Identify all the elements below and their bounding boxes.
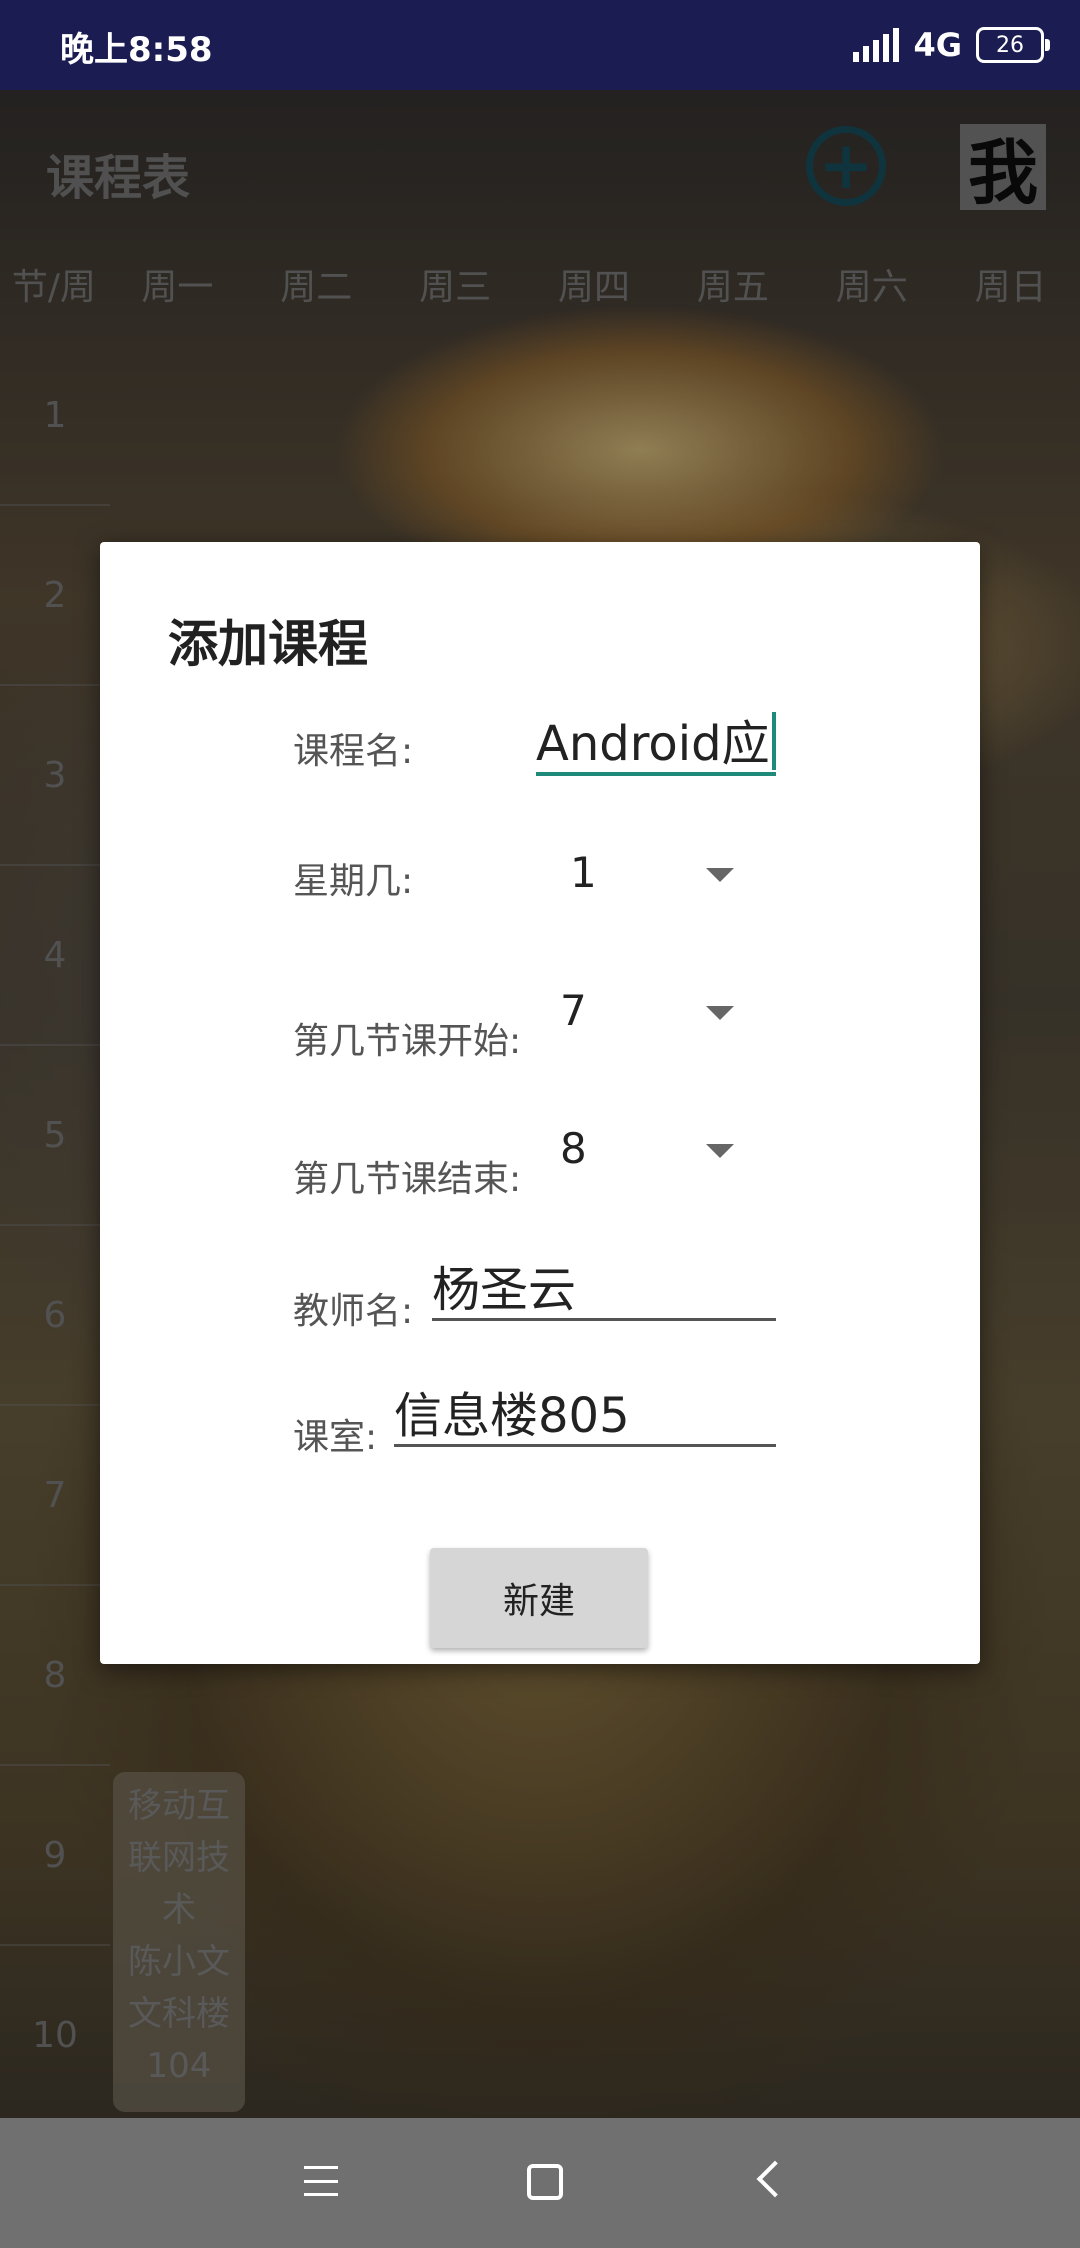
weekday-label: 星期几: (293, 861, 414, 902)
start-period-value: 7 (560, 986, 587, 1035)
weekday-value: 1 (570, 848, 597, 897)
menu-icon[interactable] (304, 2166, 338, 2196)
teacher-input[interactable]: 杨圣云 (432, 1250, 576, 1320)
start-period-label: 第几节课开始: (293, 1021, 522, 1062)
classroom-input[interactable]: 信息楼805 (394, 1376, 630, 1446)
dropdown-arrow-icon (706, 1144, 734, 1158)
network-type: 4G (913, 26, 962, 64)
classroom-label: 课室: (293, 1417, 378, 1458)
status-icons: 4G 26 (853, 22, 1050, 68)
end-period-value: 8 (560, 1124, 587, 1173)
end-period-label: 第几节课结束: (293, 1159, 522, 1200)
navigation-bar (0, 2118, 1080, 2248)
teacher-underline (432, 1318, 776, 1321)
status-bar: 晚上8:58 4G 26 (0, 0, 1080, 90)
course-name-input[interactable]: Android应 (536, 704, 776, 774)
dropdown-arrow-icon (706, 868, 734, 882)
course-name-underline (536, 772, 776, 776)
battery-level: 26 (996, 32, 1024, 58)
dropdown-arrow-icon (706, 1006, 734, 1020)
status-time: 晚上8:58 (60, 30, 213, 70)
battery-icon: 26 (976, 27, 1050, 63)
dialog-title: 添加课程 (168, 615, 368, 673)
course-name-value: Android应 (536, 716, 770, 772)
signal-icon (853, 28, 900, 62)
add-course-dialog: 添加课程 课程名: Android应 星期几: 1 第几节课开始: 7 第几节课… (100, 542, 980, 1664)
teacher-label: 教师名: (293, 1291, 414, 1332)
back-chevron-icon[interactable] (756, 2160, 794, 2198)
course-name-label: 课程名: (293, 731, 414, 772)
create-button[interactable]: 新建 (430, 1548, 648, 1648)
text-cursor (771, 712, 776, 770)
classroom-underline (394, 1444, 776, 1447)
home-square-icon[interactable] (527, 2164, 563, 2200)
